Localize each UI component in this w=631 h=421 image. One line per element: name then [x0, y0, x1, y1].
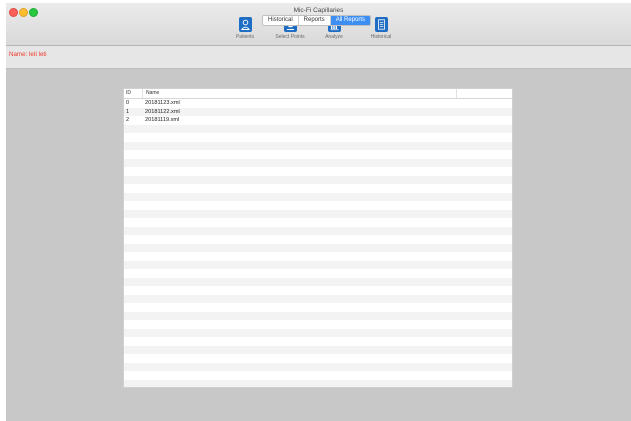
empty-row: [124, 184, 512, 193]
empty-row: [124, 337, 512, 346]
empty-row: [124, 320, 512, 329]
empty-row: [124, 354, 512, 363]
patient-bar: Name: leti leti: [6, 46, 631, 69]
empty-row: [124, 371, 512, 380]
reports-table: ID Name 0 20181123.xml 1 20181122.xml 2 20181…: [123, 88, 513, 388]
cell-name: 20181123.xml: [145, 100, 180, 106]
toolbar-select-points-label: Select Points: [275, 34, 305, 40]
cell-id: 1: [126, 108, 130, 115]
report-tabs: Historical Reports All Reports: [262, 15, 372, 26]
empty-row: [124, 286, 512, 295]
empty-row: [124, 167, 512, 176]
cell-id: 0: [126, 100, 130, 106]
toolbar-analyze-label: Analyze: [325, 34, 343, 40]
tab-reports[interactable]: Reports: [299, 16, 331, 25]
empty-row: [124, 311, 512, 320]
empty-row: [124, 243, 512, 252]
empty-row: [124, 294, 512, 303]
toolbar-patients-label: Patients: [235, 34, 255, 40]
empty-row: [124, 379, 512, 387]
empty-row: [124, 192, 512, 201]
empty-row: [124, 175, 512, 184]
window-title: Mic-Fi Capillaries: [293, 7, 344, 14]
cell-name: 20181119.xml: [145, 117, 180, 123]
empty-row: [124, 303, 512, 312]
table-header: ID Name: [124, 89, 512, 99]
app-window: Mic-Fi Capillaries Patients Select Point…: [6, 3, 631, 421]
table-body: 0 20181123.xml 1 20181122.xml 2 20181119.xml: [124, 99, 512, 387]
tab-all-reports[interactable]: All Reports: [330, 16, 371, 25]
empty-row: [124, 133, 512, 142]
empty-row: [124, 345, 512, 354]
cell-name: 20181122.xml: [145, 108, 180, 115]
empty-row: [124, 235, 512, 244]
empty-row: [124, 226, 512, 235]
patient-name-label: Name: leti leti: [9, 51, 47, 58]
column-header-id[interactable]: ID: [124, 89, 143, 98]
toolbar-historical-label: Historical: [370, 34, 392, 40]
empty-row: [124, 277, 512, 286]
empty-row: [124, 150, 512, 159]
empty-row: [124, 209, 512, 218]
table-row[interactable]: 0 20181123.xml: [124, 99, 512, 108]
column-header-name[interactable]: Name: [143, 89, 457, 98]
empty-row: [124, 269, 512, 278]
empty-row: [124, 252, 512, 261]
empty-row: [124, 260, 512, 269]
cell-id: 2: [126, 117, 130, 123]
table-row[interactable]: 1 20181122.xml: [124, 107, 512, 116]
person-icon: [238, 17, 252, 32]
document-list-icon: [374, 17, 388, 32]
empty-row: [124, 218, 512, 227]
table-row[interactable]: 2 20181119.xml: [124, 116, 512, 125]
empty-row: [124, 201, 512, 210]
empty-row: [124, 158, 512, 167]
empty-row: [124, 328, 512, 337]
tab-historical[interactable]: Historical: [263, 16, 299, 25]
empty-row: [124, 141, 512, 150]
empty-row: [124, 124, 512, 133]
empty-row: [124, 362, 512, 371]
